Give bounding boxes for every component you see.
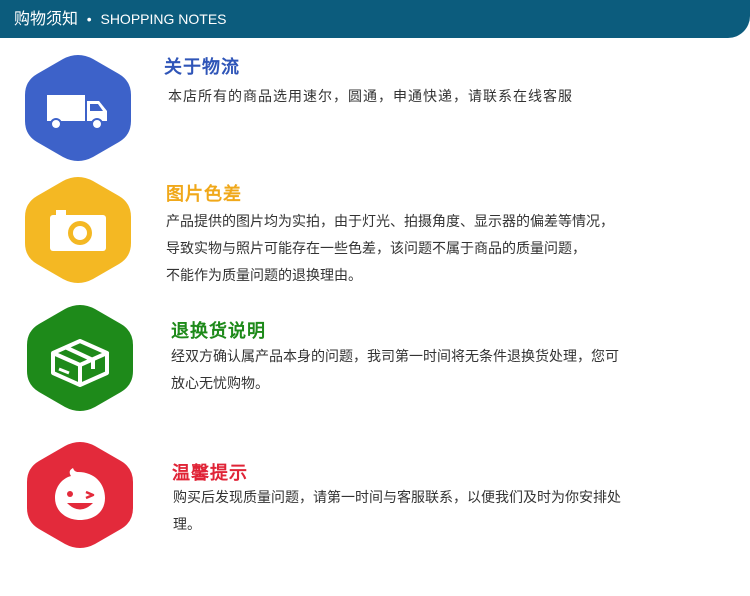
logistics-line: 本店所有的商品选用速尔，圆通，申通快递，请联系在线客服 (168, 89, 573, 105)
truck-icon (25, 55, 131, 161)
returns-line: 放心无忧购物。 (171, 376, 269, 392)
title-en: SHOPPING NOTES (100, 11, 227, 27)
returns-description: 经双方确认属产品本身的问题，我司第一时间将无条件退换货处理，您可 放心无忧购物。 (171, 344, 619, 398)
photo-description: 产品提供的图片均为实拍，由于灯光、拍摄角度、显示器的偏差等情况， 导致实物与照片… (166, 209, 614, 290)
photo-badge (23, 175, 133, 285)
title-zh: 购物须知 (14, 9, 79, 28)
smiley-icon (27, 442, 133, 548)
returns-badge (25, 303, 135, 413)
photo-line: 导致实物与照片可能存在一些色差，该问题不属于商品的质量问题， (166, 241, 586, 257)
logistics-description: 本店所有的商品选用速尔，圆通，申通快递，请联系在线客服 (168, 84, 573, 111)
page-title: 购物须知 • SHOPPING NOTES (14, 9, 227, 29)
photo-line: 不能作为质量问题的退换理由。 (166, 268, 362, 284)
logistics-badge (23, 53, 133, 163)
returns-line: 经双方确认属产品本身的问题，我司第一时间将无条件退换货处理，您可 (171, 349, 619, 365)
photo-line: 产品提供的图片均为实拍，由于灯光、拍摄角度、显示器的偏差等情况， (166, 214, 614, 230)
camera-icon (25, 177, 131, 283)
box-icon (27, 305, 133, 411)
title-separator: • (86, 11, 92, 27)
tips-badge (25, 440, 135, 550)
tips-line: 购买后发现质量问题，请第一时间与客服联系，以便我们及时为你安排处 (173, 490, 621, 506)
logistics-title: 关于物流 (164, 57, 240, 78)
tips-description: 购买后发现质量问题，请第一时间与客服联系，以便我们及时为你安排处 理。 (173, 485, 621, 539)
tips-line: 理。 (173, 517, 201, 533)
tips-title: 温馨提示 (172, 463, 248, 484)
photo-title: 图片色差 (166, 184, 242, 205)
header-bar: 购物须知 • SHOPPING NOTES (0, 0, 750, 38)
returns-title: 退换货说明 (171, 321, 266, 342)
